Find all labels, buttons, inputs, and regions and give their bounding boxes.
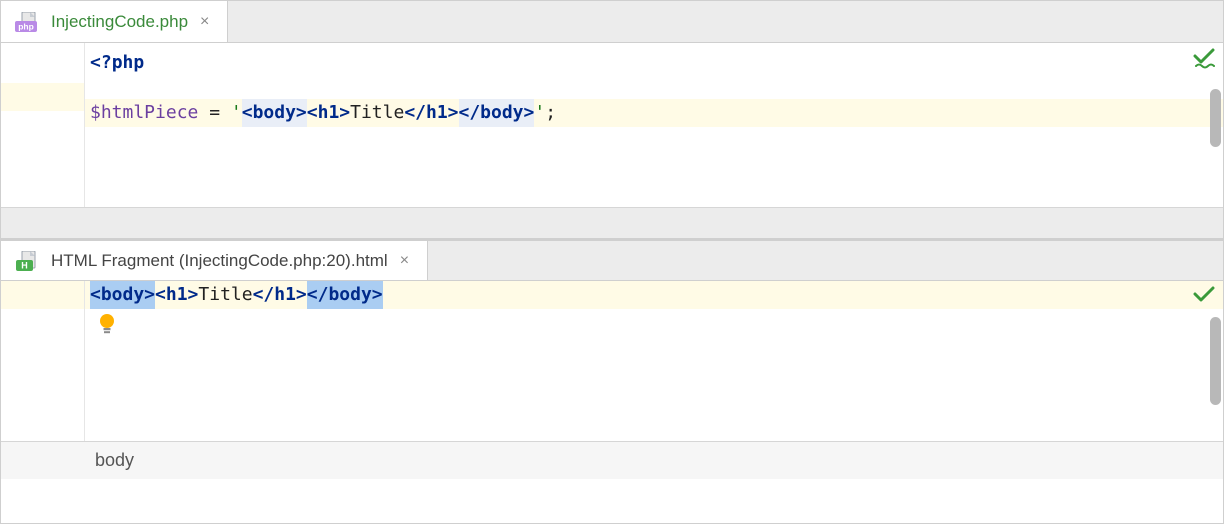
bottom-tab-bar: H HTML Fragment (InjectingCode.php:20).h…	[1, 239, 1223, 281]
inspection-status-icon[interactable]	[1193, 47, 1215, 69]
scrollbar-thumb[interactable]	[1210, 317, 1221, 405]
breadcrumb[interactable]: body	[1, 441, 1223, 479]
variable: $htmlPiece	[90, 99, 198, 127]
html-tag: </body>	[307, 281, 383, 309]
html-file-icon: H	[15, 251, 43, 271]
html-tag: </body>	[459, 99, 535, 127]
tab-injecting-code-php[interactable]: php InjectingCode.php ×	[1, 1, 228, 42]
tab-label: InjectingCode.php	[51, 12, 188, 32]
php-file-icon: php	[15, 12, 43, 32]
tab-html-fragment[interactable]: H HTML Fragment (InjectingCode.php:20).h…	[1, 241, 428, 280]
breadcrumb-item[interactable]: body	[95, 450, 134, 471]
scrollbar-thumb[interactable]	[1210, 89, 1221, 147]
html-tag: <h1>	[155, 281, 198, 309]
code-area[interactable]: <?php $htmlPiece = '<body><h1>Title</h1>…	[85, 43, 1223, 207]
svg-text:php: php	[18, 21, 34, 31]
code-area[interactable]: <body><h1>Title</h1></body>	[85, 281, 1223, 441]
code-line: <body><h1>Title</h1></body>	[85, 281, 1223, 309]
php-open-tag: <?php	[90, 49, 144, 77]
editor-gutter	[1, 43, 85, 207]
intention-bulb-icon[interactable]	[97, 313, 117, 346]
php-editor: <?php $htmlPiece = '<body><h1>Title</h1>…	[1, 43, 1223, 207]
html-tag: <body>	[90, 281, 155, 309]
close-icon[interactable]: ×	[196, 13, 213, 31]
html-tag: <h1>	[307, 99, 350, 127]
tab-label: HTML Fragment (InjectingCode.php:20).htm…	[51, 251, 388, 271]
top-tab-bar: php InjectingCode.php ×	[1, 1, 1223, 43]
editor-gutter	[1, 281, 85, 441]
svg-text:H: H	[21, 260, 28, 270]
editor-separator	[1, 207, 1223, 239]
html-fragment-editor: <body><h1>Title</h1></body>	[1, 281, 1223, 441]
inspection-status-icon[interactable]	[1193, 285, 1215, 303]
code-line: $htmlPiece = '<body><h1>Title</h1></body…	[85, 99, 1223, 127]
close-icon[interactable]: ×	[396, 252, 413, 270]
html-tag: <body>	[242, 99, 307, 127]
html-tag: </h1>	[253, 281, 307, 309]
html-tag: </h1>	[404, 99, 458, 127]
